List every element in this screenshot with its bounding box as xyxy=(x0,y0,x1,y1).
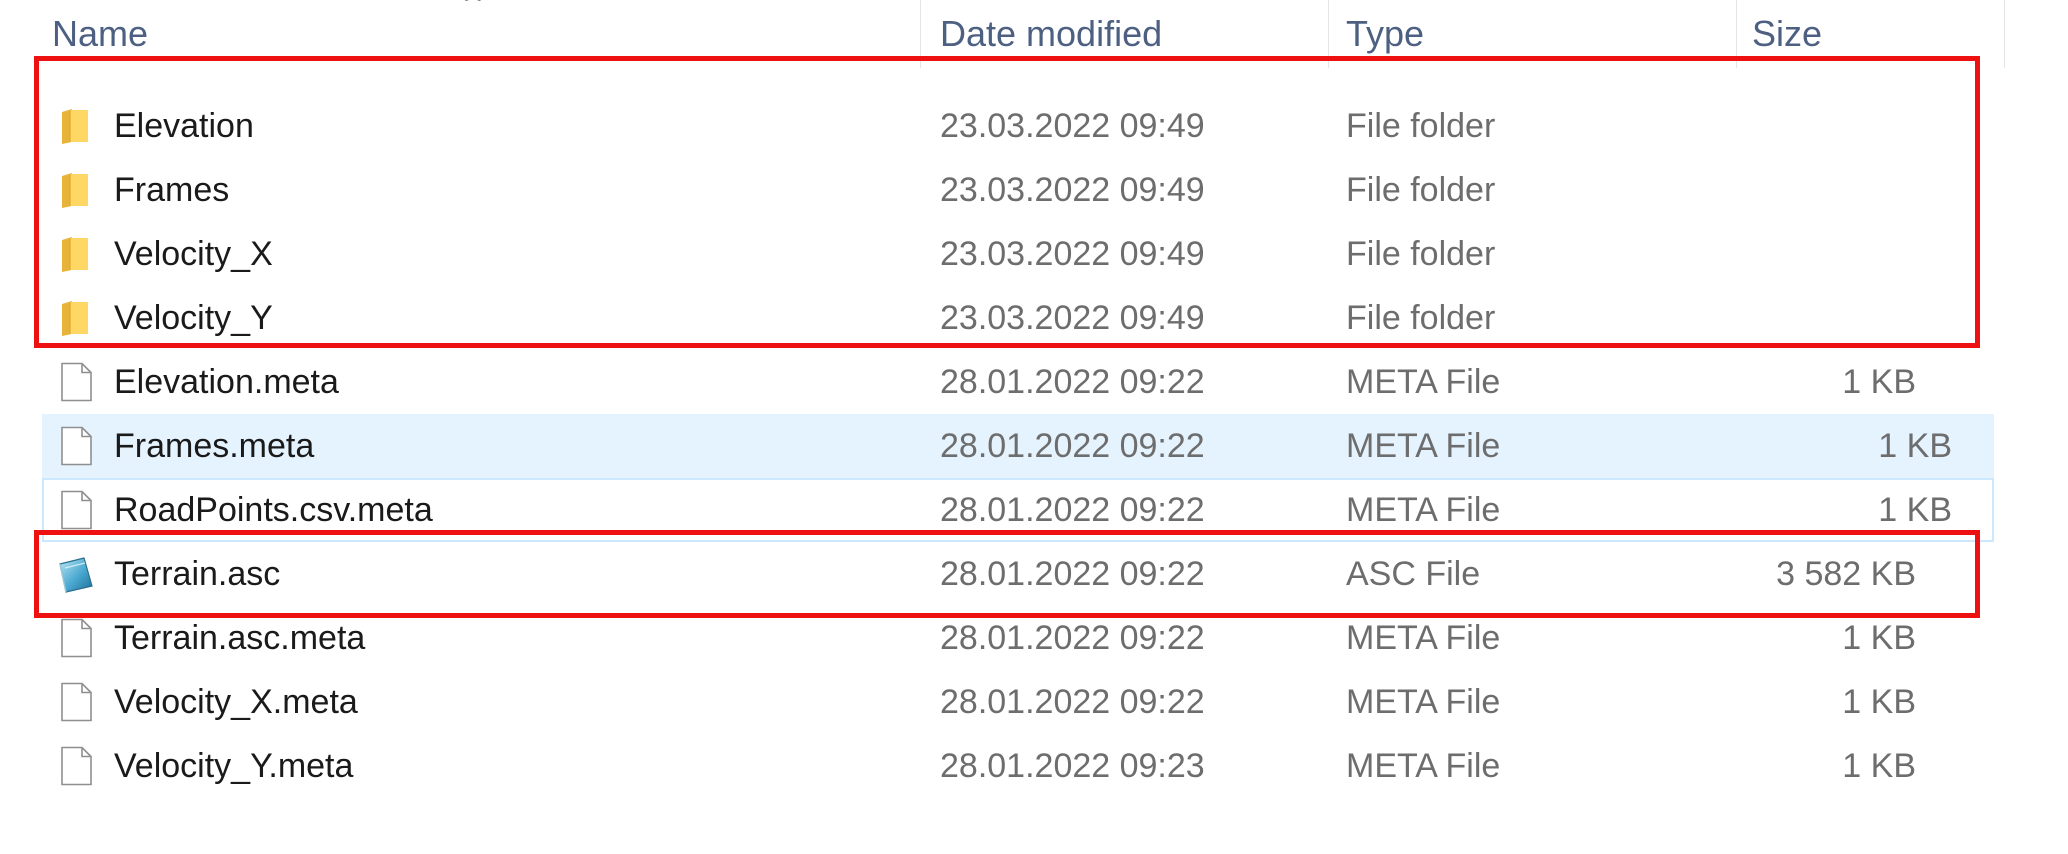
file-date-modified: 23.03.2022 09:49 xyxy=(940,107,1205,145)
file-type: META File xyxy=(1346,363,1501,401)
blank-file-icon xyxy=(58,682,94,722)
blank-file-icon xyxy=(58,490,94,530)
file-date-modified: 28.01.2022 09:22 xyxy=(940,491,1205,529)
file-row[interactable]: Terrain.asc 28.01.2022 09:22 ASC File 3 582… xyxy=(0,542,2000,606)
column-header-bar: Name ^ Date modified Type Size xyxy=(0,0,2005,68)
file-name: Elevation xyxy=(114,107,254,145)
file-type: META File xyxy=(1346,619,1501,657)
file-row[interactable]: Velocity_X 23.03.2022 09:49 File folder xyxy=(0,222,2000,286)
file-size: 1 KB xyxy=(1878,491,1952,529)
file-row[interactable]: Frames 23.03.2022 09:49 File folder xyxy=(0,158,2000,222)
file-row[interactable]: Elevation.meta 28.01.2022 09:22 META File 1… xyxy=(0,350,2000,414)
file-list: Elevation 23.03.2022 09:49 File folder Fram… xyxy=(0,94,2000,798)
file-type: File folder xyxy=(1346,299,1496,337)
file-type: ASC File xyxy=(1346,555,1481,593)
file-date-modified: 23.03.2022 09:49 xyxy=(940,299,1205,337)
file-row[interactable]: Elevation 23.03.2022 09:49 File folder xyxy=(0,94,2000,158)
file-date-modified: 28.01.2022 09:22 xyxy=(940,683,1205,721)
folder-icon xyxy=(58,106,94,146)
file-name: Velocity_Y.meta xyxy=(114,747,354,785)
blank-file-icon xyxy=(58,362,94,402)
file-row[interactable]: Velocity_Y 23.03.2022 09:49 File folder xyxy=(0,286,2000,350)
file-date-modified: 28.01.2022 09:22 xyxy=(940,363,1205,401)
file-type: File folder xyxy=(1346,235,1496,273)
folder-icon xyxy=(58,298,94,338)
file-row[interactable]: Terrain.asc.meta 28.01.2022 09:22 META Fil… xyxy=(0,606,2000,670)
file-type: META File xyxy=(1346,491,1501,529)
file-row[interactable]: Frames.meta 28.01.2022 09:22 META File 1 KB xyxy=(42,414,1994,478)
blank-file-icon xyxy=(58,426,94,466)
column-header-name[interactable]: Name xyxy=(52,0,148,58)
file-name: Frames xyxy=(114,171,230,209)
file-type: File folder xyxy=(1346,171,1496,209)
file-name: Velocity_Y xyxy=(114,299,273,337)
asc-file-icon xyxy=(58,554,94,594)
file-name: Terrain.asc.meta xyxy=(114,619,366,657)
column-header-size[interactable]: Size xyxy=(1752,0,1822,58)
file-size: 1 KB xyxy=(1878,427,1952,465)
column-header-date-modified[interactable]: Date modified xyxy=(940,0,1162,58)
file-explorer-list: Name ^ Date modified Type Size Elevation… xyxy=(0,0,2068,854)
file-size: 1 KB xyxy=(1842,619,1916,657)
column-divider[interactable] xyxy=(2004,0,2005,68)
file-size: 1 KB xyxy=(1842,747,1916,785)
file-date-modified: 23.03.2022 09:49 xyxy=(940,235,1205,273)
file-type: File folder xyxy=(1346,107,1496,145)
file-name: Elevation.meta xyxy=(114,363,339,401)
column-divider[interactable] xyxy=(920,0,921,68)
file-date-modified: 28.01.2022 09:22 xyxy=(940,555,1205,593)
column-divider[interactable] xyxy=(1328,0,1329,68)
blank-file-icon xyxy=(58,618,94,658)
file-type: META File xyxy=(1346,747,1501,785)
file-size: 1 KB xyxy=(1842,363,1916,401)
file-name: RoadPoints.csv.meta xyxy=(114,491,433,529)
file-size: 1 KB xyxy=(1842,683,1916,721)
file-date-modified: 28.01.2022 09:23 xyxy=(940,747,1205,785)
file-date-modified: 28.01.2022 09:22 xyxy=(940,427,1205,465)
file-row[interactable]: RoadPoints.csv.meta 28.01.2022 09:22 META … xyxy=(42,478,1994,542)
file-name: Velocity_X xyxy=(114,235,273,273)
file-row[interactable]: Velocity_Y.meta 28.01.2022 09:23 META File… xyxy=(0,734,2000,798)
column-divider[interactable] xyxy=(1736,0,1737,68)
blank-file-icon xyxy=(58,746,94,786)
folder-icon xyxy=(58,234,94,274)
file-date-modified: 28.01.2022 09:22 xyxy=(940,619,1205,657)
file-name: Velocity_X.meta xyxy=(114,683,358,721)
file-date-modified: 23.03.2022 09:49 xyxy=(940,171,1205,209)
sort-caret-icon: ^ xyxy=(462,0,484,20)
column-header-type[interactable]: Type xyxy=(1346,0,1424,58)
folder-icon xyxy=(58,170,94,210)
file-type: META File xyxy=(1346,683,1501,721)
file-name: Frames.meta xyxy=(114,427,315,465)
file-size: 3 582 KB xyxy=(1776,555,1916,593)
file-type: META File xyxy=(1346,427,1501,465)
file-row[interactable]: Velocity_X.meta 28.01.2022 09:22 META File… xyxy=(0,670,2000,734)
file-name: Terrain.asc xyxy=(114,555,281,593)
